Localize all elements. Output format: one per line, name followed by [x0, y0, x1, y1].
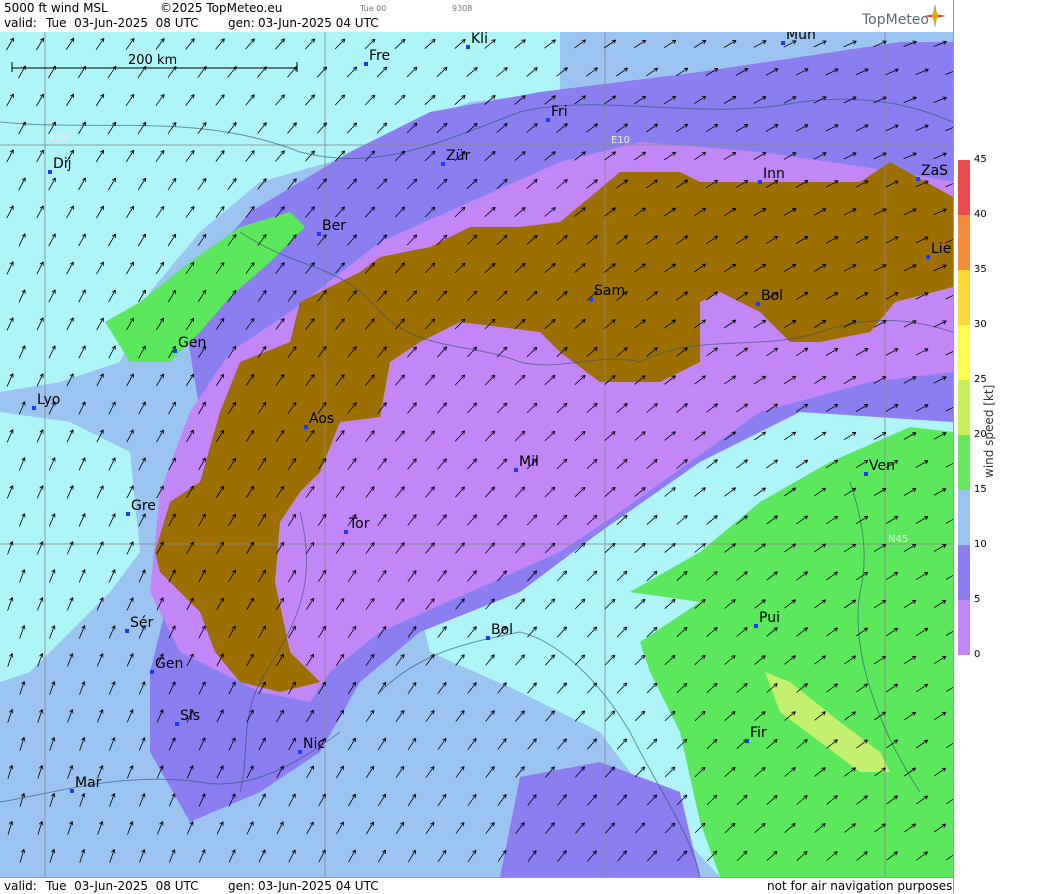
wind-map: E05 E10 N45 200 km Kli Mun Fre Fri Dij Zür Inn…: [0, 32, 953, 877]
city-label: Lie: [931, 241, 951, 257]
city-dot: [486, 636, 490, 640]
product-title: 5000 ft wind MSL: [4, 1, 108, 15]
city-label: Mun: [786, 32, 816, 43]
legend-swatch: [958, 325, 970, 380]
city-dot: [758, 180, 762, 184]
footer-bar: valid: Tue 03-Jun-2025 08 UTC gen: 03-Ju…: [0, 877, 953, 894]
scale-bar-label: 200 km: [128, 53, 177, 68]
legend-tick: 15: [974, 484, 987, 495]
city-label: Dij: [53, 156, 72, 172]
city-dot: [781, 41, 785, 45]
city-dot: [48, 170, 52, 174]
city-dot: [317, 232, 321, 236]
city-dot: [298, 750, 302, 754]
city-dot: [32, 406, 36, 410]
legend-swatch: [958, 545, 970, 600]
gen-time: 03-Jun-2025 04 UTC: [258, 16, 379, 30]
valid-time: Tue 03-Jun-2025 08 UTC: [46, 16, 199, 30]
city-dot: [150, 670, 154, 674]
city-label: Tor: [348, 516, 370, 532]
disclaimer: not for air navigation purposes: [767, 879, 953, 893]
legend-swatch: [958, 215, 970, 270]
legend-tick: 5: [974, 594, 981, 605]
city-dot: [756, 302, 760, 306]
legend-tick: 40: [974, 209, 987, 220]
legend-tick: 25: [974, 374, 987, 385]
footer-valid-label: valid:: [4, 879, 37, 893]
city-dot: [125, 629, 129, 633]
tiny-day-label: Tue 00: [360, 4, 387, 13]
city-label: Fri: [551, 104, 568, 120]
grid-label-e10: E10: [611, 135, 630, 146]
legend-swatch: [958, 490, 970, 545]
city-dot: [466, 45, 470, 49]
city-label: Zür: [446, 148, 470, 164]
legend-tick: 35: [974, 264, 987, 275]
footer-gen-time: 03-Jun-2025 04 UTC: [258, 879, 379, 893]
city-label: Aos: [309, 411, 334, 427]
legend-tick: 45: [974, 154, 987, 165]
city-label: Bol: [761, 288, 783, 304]
city-dot: [126, 512, 130, 516]
city-dot: [926, 255, 930, 259]
city-label: Gre: [131, 498, 156, 514]
city-label: Inn: [763, 166, 785, 182]
valid-label: valid:: [4, 16, 37, 30]
compass-logo-icon: [924, 4, 946, 28]
city-dot: [304, 425, 308, 429]
tiny-id-label: 9308: [452, 4, 473, 13]
city-label: Sér: [130, 615, 154, 631]
legend-tick: 0: [974, 649, 981, 660]
city-dot: [864, 472, 868, 476]
city-label: Gen: [178, 335, 206, 351]
city-label: ZaS: [921, 163, 948, 179]
city-dot: [514, 468, 518, 472]
grid-label-e05: E05: [50, 133, 69, 144]
city-dot: [70, 789, 74, 793]
city-label: Sis: [180, 708, 200, 724]
city-dot: [364, 62, 368, 66]
city-label: Mil: [519, 454, 539, 470]
city-label: Mar: [75, 775, 102, 791]
legend-swatch: [958, 160, 970, 215]
legend-tick: 10: [974, 539, 987, 550]
city-dot: [441, 162, 445, 166]
copyright-text: ©2025 TopMeteo.eu: [160, 1, 283, 15]
city-label: Lyo: [37, 392, 60, 408]
city-label: Sam: [594, 283, 625, 299]
gen-label: gen:: [228, 16, 255, 30]
topmeteo-logo: TopMeteo: [862, 12, 929, 28]
footer-gen-label: gen:: [228, 879, 255, 893]
city-dot: [754, 624, 758, 628]
city-label: Gen: [155, 656, 183, 672]
legend-swatch: [958, 600, 970, 655]
city-label: Fir: [750, 725, 767, 741]
footer-valid-time: Tue 03-Jun-2025 08 UTC: [46, 879, 199, 893]
city-label: Ber: [322, 218, 346, 234]
city-dot: [173, 349, 177, 353]
city-label: Pui: [759, 610, 780, 626]
city-label: Kli: [471, 32, 488, 47]
legend-swatch: [958, 435, 970, 490]
city-label: Fre: [369, 48, 390, 64]
city-dot: [546, 118, 550, 122]
city-dot: [589, 297, 593, 301]
city-dot: [175, 722, 179, 726]
legend-tick: 30: [974, 319, 987, 330]
city-dot: [344, 530, 348, 534]
color-scale-legend: 45 40 35 30 25 20 15 10 5 0 wind speed [kt]: [953, 0, 1045, 893]
grid-label-n45: N45: [888, 534, 908, 545]
city-dot: [745, 739, 749, 743]
header-bar: 5000 ft wind MSL ©2025 TopMeteo.eu Tue 0…: [0, 0, 953, 33]
legend-swatch: [958, 380, 970, 435]
city-label: Bol: [491, 622, 513, 638]
city-label: Ven: [869, 458, 895, 474]
legend-swatch: [958, 270, 970, 325]
city-dot: [916, 177, 920, 181]
city-label: Nic: [303, 736, 325, 752]
legend-title: wind speed [kt]: [982, 384, 996, 478]
